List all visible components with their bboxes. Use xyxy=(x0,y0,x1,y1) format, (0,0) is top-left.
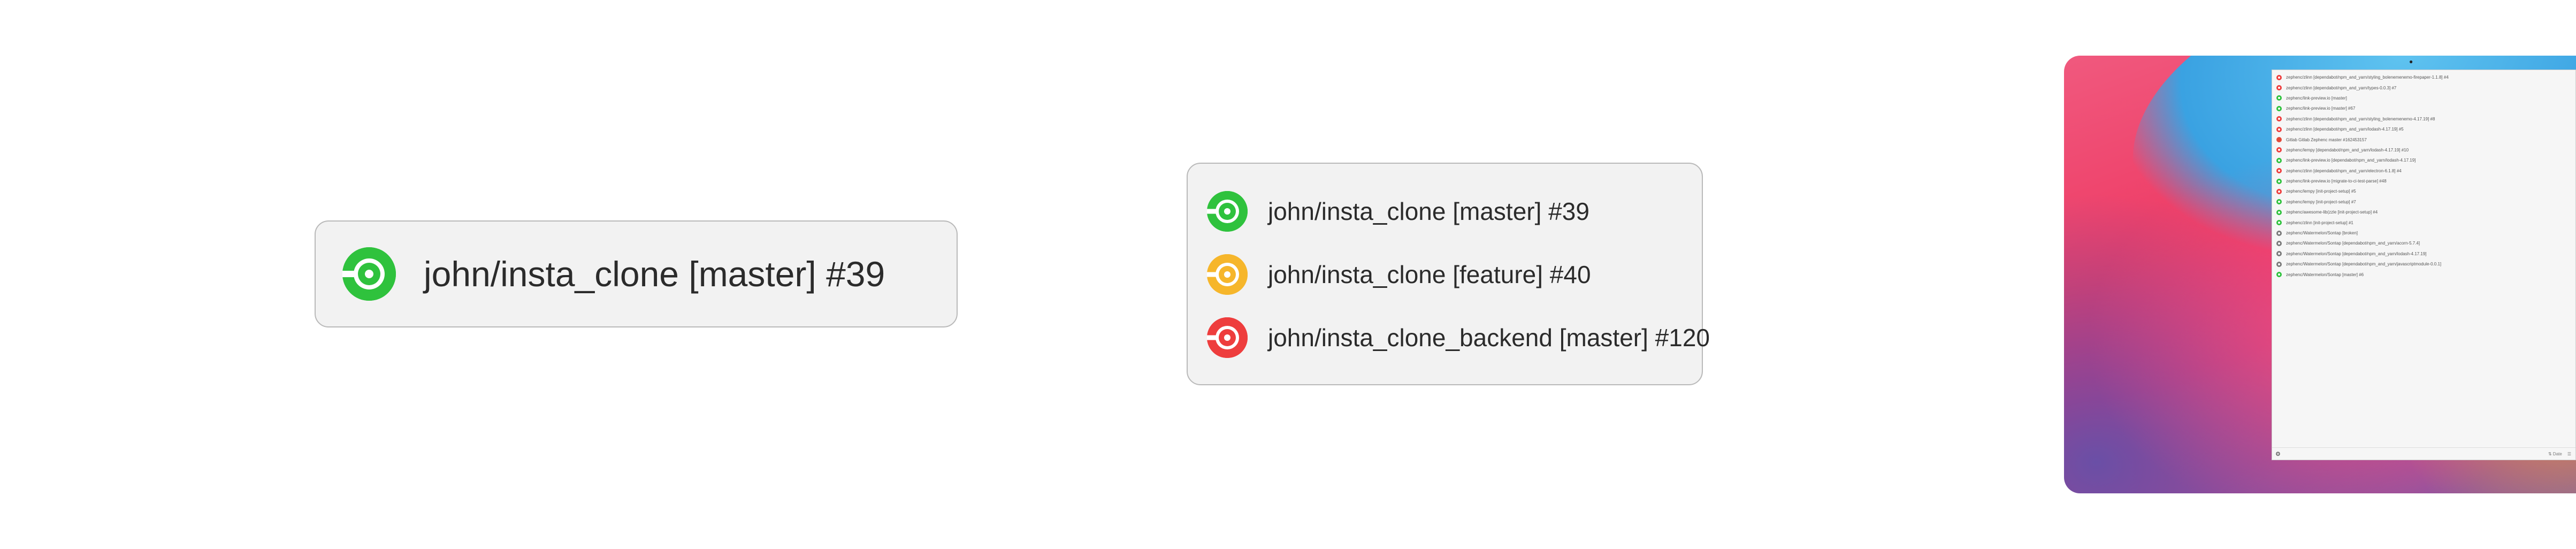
stage: john/insta_clone [master] #39 john/insta… xyxy=(0,0,2576,549)
popover-build-row[interactable]: zephenc/link-preview.io [migrate-to-ci-t… xyxy=(2276,176,2575,186)
build-status-success-icon xyxy=(2276,272,2282,278)
build-status-failed-icon xyxy=(2276,116,2282,122)
build-status-success-icon xyxy=(2276,95,2282,101)
gear-icon[interactable]: ⚙ xyxy=(2275,451,2281,458)
popover-build-row[interactable]: zephenc/zlinn [dependabot/npm_and_yarn/s… xyxy=(2276,114,2575,124)
build-status-failed-icon xyxy=(2276,188,2282,194)
popover-build-label: zephenc/awesome-lib(zzle [init-project-s… xyxy=(2286,210,2378,215)
build-status-neutral-icon xyxy=(2276,230,2282,236)
popover-build-label: zephenc/lempy [init-project-setup] #7 xyxy=(2286,199,2356,204)
popover-build-label: zephenc/zlinn [dependabot/npm_and_yarn/s… xyxy=(2286,75,2449,80)
build-popover: zephenc/zlinn [dependabot/npm_and_yarn/s… xyxy=(2272,70,2576,460)
build-status-success-icon xyxy=(2276,157,2282,163)
popover-build-label: zephenc/Watermelon/Sontap [dependabot/np… xyxy=(2286,251,2427,256)
build-list-card: john/insta_clone [master] #39 john/insta… xyxy=(1187,163,1710,385)
popover-footer: ⚙ ⇅ Date ☰ xyxy=(2272,447,2575,460)
popover-build-list: zephenc/zlinn [dependabot/npm_and_yarn/s… xyxy=(2272,70,2575,280)
build-status-neutral-icon xyxy=(2276,240,2282,246)
build-status-success-icon xyxy=(2276,105,2282,111)
popover-build-label: zephenc/link-preview.io [migrate-to-ci-t… xyxy=(2286,179,2387,184)
desktop-wallpaper: ● zephenc/zlinn [dependabot/npm_and_yarn… xyxy=(2064,56,2576,493)
build-status-success-icon xyxy=(2276,199,2282,205)
popover-build-label: zephenc/lempy [init-project-setup] #5 xyxy=(2286,189,2356,194)
popover-build-label: zephenc/Watermelon/Sontap [master] #6 xyxy=(2286,272,2364,277)
popover-build-row[interactable]: zephenc/Watermelon/Sontap [master] #6 xyxy=(2276,269,2575,279)
build-status-failed-icon xyxy=(1207,317,1248,358)
build-status-failed-icon xyxy=(2276,126,2282,132)
list-icon[interactable]: ☰ xyxy=(2567,452,2571,456)
popover-build-label: zephenc/link-preview.io [master] #67 xyxy=(2286,106,2356,111)
menubar-build-status-icon[interactable]: ● xyxy=(2409,58,2414,65)
popover-build-label: zephenc/link-preview.io [master] xyxy=(2286,95,2347,101)
popover-build-label: zephenc/link-preview.io [dependabot/npm_… xyxy=(2286,158,2416,163)
build-list-item[interactable]: john/insta_clone [feature] #40 xyxy=(1207,254,1702,295)
popover-build-label: zephenc/lempy [dependabot/npm_and_yarn/l… xyxy=(2286,147,2409,152)
build-label: john/insta_clone [master] #39 xyxy=(424,254,885,294)
popover-build-row[interactable]: zephenc/zlinn [dependabot/npm_and_yarn/l… xyxy=(2276,124,2575,134)
popover-build-row[interactable]: zephenc/awesome-lib(zzle [init-project-s… xyxy=(2276,207,2575,217)
popover-build-row[interactable]: zephenc/zlinn [dependabot/npm_and_yarn/s… xyxy=(2276,72,2575,82)
popover-build-row[interactable]: zephenc/zlinn [dependabot/npm_and_yarn/t… xyxy=(2276,82,2575,93)
build-status-failed-icon xyxy=(2276,85,2282,91)
popover-build-row[interactable]: zephenc/Watermelon/Sontap [broken] xyxy=(2276,228,2575,238)
build-status-failed-icon xyxy=(2276,74,2282,80)
popover-build-row[interactable]: zephenc/Watermelon/Sontap [dependabot/np… xyxy=(2276,249,2575,259)
popover-build-row[interactable]: zephenc/link-preview.io [master] #67 xyxy=(2276,103,2575,113)
build-list-item[interactable]: john/insta_clone_backend [master] #120 xyxy=(1207,317,1710,359)
popover-build-row[interactable]: zephenc/Watermelon/Sontap [dependabot/np… xyxy=(2276,259,2575,269)
popover-build-label: zephenc/zlinn [dependabot/npm_and_yarn/l… xyxy=(2286,127,2404,132)
build-status-success-icon xyxy=(2276,220,2282,226)
build-status-failed-icon xyxy=(2276,168,2282,174)
popover-build-label: Gitlab Gitlab Zephenc master #162453157 xyxy=(2286,137,2367,142)
popover-build-row[interactable]: zephenc/zlinn [init-project-setup] #1 xyxy=(2276,217,2575,227)
popover-build-label: zephenc/Watermelon/Sontap [dependabot/np… xyxy=(2286,241,2420,246)
build-status-failed-icon xyxy=(2276,147,2282,153)
build-status-success-icon xyxy=(342,247,396,301)
build-label: john/insta_clone_backend [master] #120 xyxy=(1268,324,1710,352)
sort-icon: ⇅ xyxy=(2548,451,2552,456)
popover-build-row[interactable]: Gitlab Gitlab Zephenc master #162453157 xyxy=(2276,134,2575,144)
popover-build-label: zephenc/Watermelon/Sontap [dependabot/np… xyxy=(2286,262,2442,267)
popover-build-label: zephenc/Watermelon/Sontap [broken] xyxy=(2286,231,2358,236)
build-status-success-icon xyxy=(2276,178,2282,184)
build-status-gitlab-icon xyxy=(2276,137,2282,143)
single-build-card[interactable]: john/insta_clone [master] #39 xyxy=(315,220,958,327)
build-status-success-icon xyxy=(1207,191,1248,232)
popover-build-label: zephenc/zlinn [init-project-setup] #1 xyxy=(2286,220,2353,225)
popover-build-row[interactable]: zephenc/zlinn [dependabot/npm_and_yarn/e… xyxy=(2276,166,2575,176)
popover-build-row[interactable]: zephenc/lempy [dependabot/npm_and_yarn/l… xyxy=(2276,145,2575,155)
popover-build-row[interactable]: zephenc/link-preview.io [master] xyxy=(2276,93,2575,103)
popover-build-label: zephenc/zlinn [dependabot/npm_and_yarn/t… xyxy=(2286,85,2397,90)
popover-build-row[interactable]: zephenc/lempy [init-project-setup] #5 xyxy=(2276,186,2575,196)
build-label: john/insta_clone [master] #39 xyxy=(1268,197,1589,225)
build-status-neutral-icon xyxy=(2276,261,2282,267)
popover-build-row[interactable]: zephenc/Watermelon/Sontap [dependabot/np… xyxy=(2276,238,2575,248)
popover-build-row[interactable]: zephenc/lempy [init-project-setup] #7 xyxy=(2276,197,2575,207)
popover-build-row[interactable]: zephenc/link-preview.io [dependabot/npm_… xyxy=(2276,155,2575,165)
build-list-item[interactable]: john/insta_clone [master] #39 xyxy=(1207,190,1702,232)
build-status-neutral-icon xyxy=(2276,251,2282,257)
popover-build-label: zephenc/zlinn [dependabot/npm_and_yarn/e… xyxy=(2286,168,2402,173)
sort-button[interactable]: ⇅ Date xyxy=(2548,452,2562,456)
popover-build-label: zephenc/zlinn [dependabot/npm_and_yarn/s… xyxy=(2286,116,2435,121)
build-status-running-icon xyxy=(1207,254,1248,295)
sort-label: Date xyxy=(2552,451,2562,456)
build-label: john/insta_clone [feature] #40 xyxy=(1268,261,1591,288)
build-status-success-icon xyxy=(2276,209,2282,215)
